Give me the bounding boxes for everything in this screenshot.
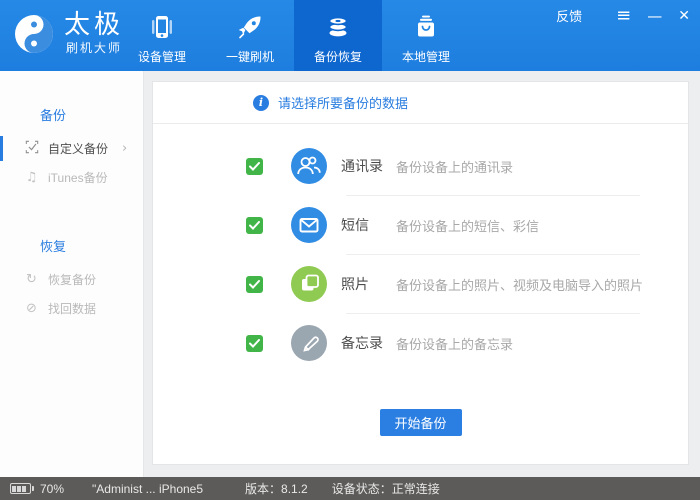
tab-local-management[interactable]: 本地管理 [382, 0, 470, 71]
list-item-photos[interactable]: 照片 备份设备上的照片、视频及电脑导入的照片 [153, 255, 688, 313]
rocket-icon [235, 12, 265, 42]
instruction-banner: i 请选择所要备份的数据 [153, 82, 688, 124]
sms-checkbox[interactable] [246, 216, 263, 234]
item-label: 通讯录 [341, 158, 383, 174]
check-icon [249, 279, 260, 289]
tab-device-management[interactable]: 设备管理 [118, 0, 206, 71]
item-description: 备份设备上的短信、彩信 [396, 218, 540, 234]
device-status: 设备状态：正常连接 [331, 482, 440, 496]
chevron-right-icon: › [122, 141, 128, 156]
item-description: 备份设备上的通讯录 [396, 159, 514, 175]
item-description: 备份设备上的备忘录 [396, 336, 514, 352]
list-item-contacts[interactable]: 通讯录 备份设备上的通讯录 [153, 137, 688, 195]
content-area: 备份 自定义备份 › ♫ iTunes备份 恢复 ↻ 恢复备份 ⊘ 找回数据 i… [0, 71, 700, 477]
check-icon [249, 220, 260, 230]
sidebar-section-backup: 备份 自定义备份 › ♫ iTunes备份 [0, 71, 143, 192]
notes-checkbox[interactable] [246, 334, 263, 352]
battery-percent: 70% [40, 481, 65, 496]
contacts-icon [291, 148, 327, 184]
backup-item-list: 通讯录 备份设备上的通讯录 短信 备份设备上的短信、彩信 照片 备份设备上的照片… [153, 124, 688, 372]
button-row: 开始备份 [153, 409, 688, 436]
photos-icon [291, 266, 327, 302]
app-title: 太极 [64, 9, 125, 39]
close-icon[interactable]: ✕ [678, 7, 690, 25]
database-icon [323, 12, 353, 42]
sidebar-heading-backup: 备份 [40, 108, 67, 123]
sidebar-section-restore: 恢复 ↻ 恢复备份 ⊘ 找回数据 [0, 192, 143, 323]
main-wrap: i 请选择所要备份的数据 通讯录 备份设备上的通讯录 短信 备份设备上的短信、彩… [144, 71, 700, 477]
check-icon [249, 338, 260, 348]
sidebar: 备份 自定义备份 › ♫ iTunes备份 恢复 ↻ 恢复备份 ⊘ 找回数据 [0, 71, 144, 477]
tab-label: 备份恢复 [313, 50, 362, 64]
backup-panel: i 请选择所要备份的数据 通讯录 备份设备上的通讯录 短信 备份设备上的短信、彩… [152, 81, 689, 465]
music-note-icon: ♫ [25, 170, 38, 185]
notes-icon [291, 325, 327, 361]
start-backup-button[interactable]: 开始备份 [379, 409, 462, 436]
sidebar-item-itunes-backup[interactable]: ♫ iTunes备份 [0, 163, 143, 192]
item-description: 备份设备上的照片、视频及电脑导入的照片 [396, 277, 644, 293]
sidebar-item-recover-data[interactable]: ⊘ 找回数据 [0, 294, 143, 323]
titlebar: 太极 刷机大师 设备管理 一键刷机 备份恢复 本地管理 反馈 ≡ — ✕ [0, 0, 700, 71]
bag-icon [411, 12, 441, 42]
recover-data-icon: ⊘ [26, 301, 37, 316]
main-nav: 设备管理 一键刷机 备份恢复 本地管理 [118, 0, 470, 71]
app-logo: 太极 刷机大师 [14, 11, 124, 56]
tab-label: 设备管理 [137, 50, 186, 64]
tab-label: 一键刷机 [225, 50, 274, 64]
minimize-icon[interactable]: — [647, 7, 662, 25]
tab-label: 本地管理 [401, 50, 450, 64]
banner-text: 请选择所要备份的数据 [278, 96, 409, 111]
sidebar-item-restore-backup[interactable]: ↻ 恢复备份 [0, 265, 143, 294]
device-name: "Administ ... iPhone5 [92, 481, 204, 496]
sidebar-item-label: 找回数据 [48, 302, 97, 316]
photos-checkbox[interactable] [246, 275, 263, 293]
contacts-checkbox[interactable] [246, 157, 263, 175]
menu-icon[interactable]: ≡ [616, 6, 631, 25]
tab-backup-restore[interactable]: 备份恢复 [294, 0, 382, 71]
custom-backup-icon [24, 140, 39, 158]
taiji-logo-icon [15, 14, 53, 53]
status-bar: 70% "Administ ... iPhone5 版本：8.1.2 设备状态：… [0, 477, 700, 500]
sidebar-heading-restore: 恢复 [40, 239, 67, 254]
restore-icon: ↻ [26, 272, 37, 287]
item-label: 备忘录 [341, 335, 383, 351]
info-icon: i [253, 94, 269, 111]
window-controls: 反馈 ≡ — ✕ [556, 6, 690, 25]
feedback-link[interactable]: 反馈 [556, 6, 582, 25]
list-item-notes[interactable]: 备忘录 备份设备上的备忘录 [153, 314, 688, 372]
check-icon [249, 161, 260, 171]
item-label: 照片 [341, 276, 369, 292]
version-label: 版本：8.1.2 [245, 482, 308, 496]
sidebar-item-label: 自定义备份 [48, 142, 109, 156]
phone-icon [147, 12, 177, 42]
battery-icon [10, 483, 34, 494]
sms-icon [291, 207, 327, 243]
sidebar-item-custom-backup[interactable]: 自定义备份 › [0, 134, 143, 163]
sidebar-item-label: 恢复备份 [48, 273, 97, 287]
list-item-sms[interactable]: 短信 备份设备上的短信、彩信 [153, 196, 688, 254]
tab-one-click-flash[interactable]: 一键刷机 [206, 0, 294, 71]
sidebar-item-label: iTunes备份 [48, 171, 108, 185]
app-subtitle: 刷机大师 [66, 41, 123, 55]
item-label: 短信 [341, 217, 369, 233]
